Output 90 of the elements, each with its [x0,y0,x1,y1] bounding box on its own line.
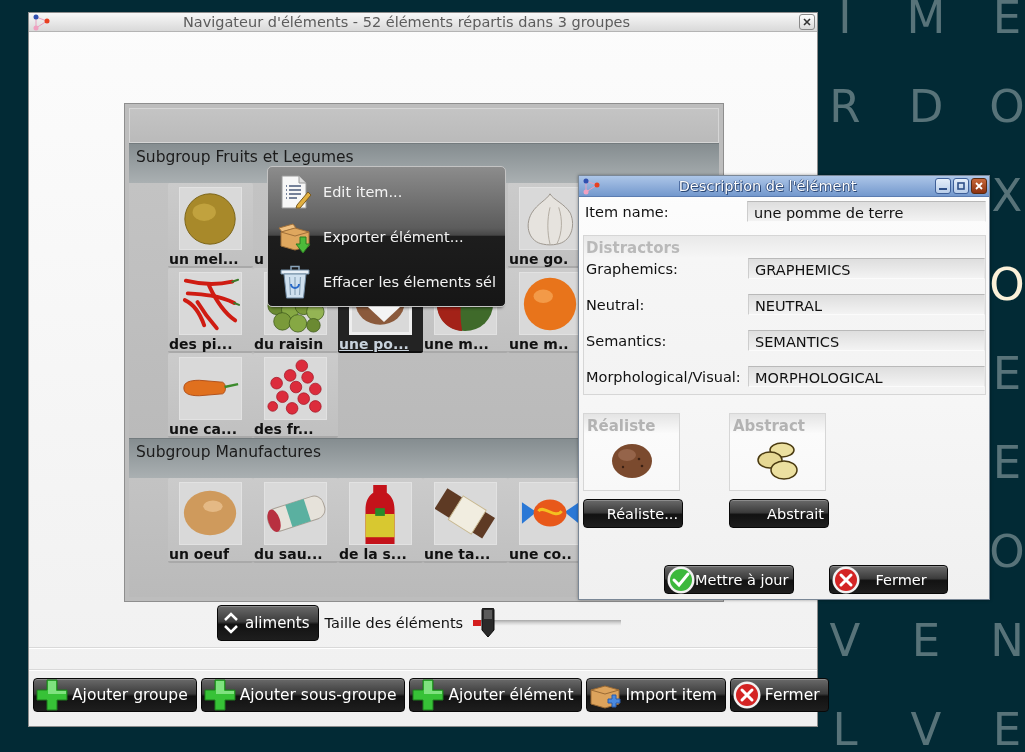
carrot-picture [179,357,242,420]
background-letter: V [829,624,861,659]
item-label: des pi... [168,338,233,351]
item-label: un oeuf [168,548,229,561]
text-field[interactable]: SEMANTICS [748,330,985,351]
triangle-icon [368,307,400,322]
add-button[interactable]: Ajouter sous-groupe [200,678,406,712]
peppers-picture [179,272,242,335]
close-button[interactable] [799,14,815,30]
graph-icon [32,13,50,31]
background-letter: E [992,1,1022,36]
background-letter: E [911,624,941,659]
item-label: une po... [338,338,409,351]
item-label: un mel... [168,253,239,266]
chocolate-picture [434,482,497,545]
background-letter: V [910,713,942,748]
maximize-icon [957,182,965,190]
background-letter: L [832,713,858,748]
sausage-picture [264,482,327,545]
item-label: une co.. [508,548,572,561]
background-letter: D [908,90,944,125]
item-label: une m... [423,338,489,351]
maximize-button[interactable] [953,178,969,194]
item-label: du sau... [253,548,323,561]
confirm-button[interactable]: Mettre à jour [664,565,794,594]
text-field[interactable]: MORPHOLOGICAL [748,366,985,387]
picture-title: Réaliste [587,417,656,435]
picture-title: Abstract [733,417,806,435]
close-button[interactable] [971,178,987,194]
potatoes-drawing [754,441,801,481]
background-letter: R [829,90,861,125]
size-label: Taille des éléments [324,615,464,631]
grid-item[interactable]: des pi... [168,268,253,353]
plus-icon [36,679,68,711]
field-label: Morphological/Visual: [585,368,741,385]
close-icon [975,182,983,190]
item-label: du raisin [253,338,324,351]
bottle-picture [349,482,412,545]
close-button[interactable]: Fermer [828,565,948,594]
item-label: des fr... [253,423,314,436]
menu-item[interactable]: Exporter élément... [268,214,505,259]
grid-item[interactable]: des fr... [253,353,338,438]
background-letter: E [992,446,1022,481]
background-letter: O [989,535,1025,570]
background-letter: O [989,268,1025,303]
text-field[interactable]: NEUTRAL [748,294,985,315]
item-label: de la s... [338,548,407,561]
document-pencil-icon [278,174,312,209]
chevron-up-down-icon [223,610,239,636]
background-letter: M [906,1,946,36]
choose-picture-button[interactable]: Réaliste... [583,499,683,528]
plus-icon [412,679,445,711]
close-button[interactable]: Fermer [729,678,829,712]
grid-item[interactable]: du sau... [253,478,338,563]
background-letter: N [990,624,1024,659]
add-button[interactable]: Ajouter groupe [33,678,197,712]
egg-picture [179,482,242,545]
melon-picture [179,187,242,250]
plus-icon [203,679,236,711]
background-letter: I [838,1,852,36]
item-label: une ta... [423,548,491,561]
item-label: une m.. [508,338,569,351]
background-letter: X [991,179,1023,214]
background-letter: E [992,713,1022,748]
close-icon [831,565,860,594]
background-letter: E [992,357,1022,392]
choose-picture-button[interactable]: Abstrait [729,499,829,528]
item-label[interactable]: u [253,253,264,266]
close-icon [732,681,761,709]
trash-can-icon [278,264,312,299]
grid-item[interactable]: un mel... [168,183,253,268]
category-selector[interactable]: aliments [217,605,319,641]
graph-icon [582,177,600,195]
window-title: Navigateur d'éléments - 52 éléments répartis dans 3 groupes [182,13,631,31]
grid-item[interactable]: une ca... [168,353,253,438]
grid-item[interactable]: de la s... [338,478,423,563]
raspberries-picture [264,357,327,420]
item-label: une ca... [168,423,237,436]
add-button[interactable]: Ajouter élément [409,678,583,712]
slider-thumb[interactable] [480,608,495,638]
close-icon [803,18,811,26]
grid-item[interactable]: un oeuf [168,478,253,563]
minimize-button[interactable] [935,178,951,194]
background-letter: O [989,90,1025,125]
import-button[interactable]: Import item [586,678,726,712]
text-field[interactable]: GRAPHEMICS [748,258,985,279]
text-field[interactable]: une pomme de terre [747,201,986,222]
grid-item[interactable]: une ta... [423,478,508,563]
item-label: une go. [508,253,569,266]
check-icon [667,565,695,594]
